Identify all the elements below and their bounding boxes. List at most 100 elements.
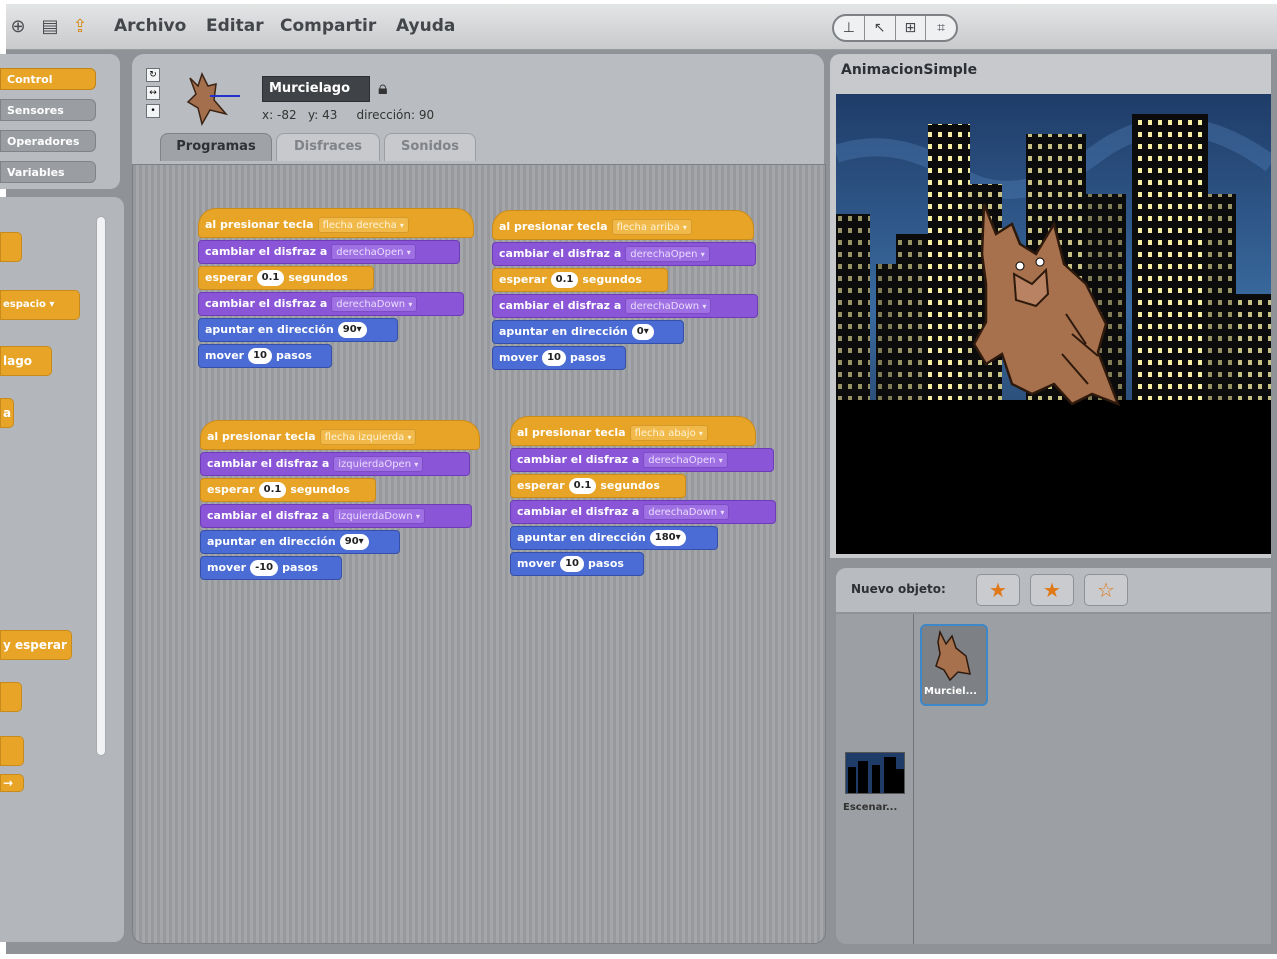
point-direction-block[interactable]: apuntar en dirección 0▾ <box>492 320 684 344</box>
steps-input[interactable]: 10 <box>248 348 272 364</box>
when-key-pressed-block[interactable]: al presionar tecla flecha izquierda ▾ <box>200 420 480 450</box>
steps-input[interactable]: 10 <box>542 350 566 366</box>
switch-costume-block[interactable]: cambiar el disfraz a izquierdaOpen ▾ <box>200 452 470 476</box>
switch-costume-block[interactable]: cambiar el disfraz a derechaDown ▾ <box>510 500 776 524</box>
block-label: segundos <box>600 479 660 492</box>
stage[interactable] <box>836 94 1271 554</box>
no-rotate-icon[interactable]: • <box>146 104 160 118</box>
save-icon[interactable]: ▤ <box>40 17 60 37</box>
script-right[interactable]: al presionar tecla flecha derecha ▾ camb… <box>198 208 478 370</box>
block-label: al presionar tecla <box>207 430 316 443</box>
palette-block[interactable] <box>0 736 24 766</box>
flip-icon[interactable]: ↔ <box>146 86 160 100</box>
key-dropdown[interactable]: flecha izquierda ▾ <box>319 429 417 445</box>
wait-block[interactable]: esperar 0.1 segundos <box>492 268 668 292</box>
costume-dropdown[interactable]: izquierdaDown ▾ <box>333 508 425 524</box>
sprite-name-field[interactable]: Murcielago <box>262 76 370 102</box>
script-left[interactable]: al presionar tecla flecha izquierda ▾ ca… <box>200 420 484 582</box>
direction-input[interactable]: 90▾ <box>339 534 369 550</box>
y-value: 43 <box>322 108 338 122</box>
lock-icon[interactable]: 🔒︎ <box>378 78 388 99</box>
move-steps-block[interactable]: mover 10 pasos <box>492 346 626 370</box>
cursor-icon[interactable]: ↖ <box>865 16 896 40</box>
palette-block[interactable]: a <box>0 398 14 428</box>
key-value: flecha derecha <box>322 220 397 231</box>
normal-stage-icon[interactable]: ⊥ <box>834 16 865 40</box>
key-dropdown[interactable]: flecha derecha ▾ <box>317 217 409 233</box>
move-steps-block[interactable]: mover 10 pasos <box>510 552 644 576</box>
block-label: segundos <box>288 271 348 284</box>
sprite-tile-image <box>935 629 971 682</box>
switch-costume-block[interactable]: cambiar el disfraz a derechaOpen ▾ <box>510 448 774 472</box>
direction-input[interactable]: 90▾ <box>337 322 367 338</box>
costume-dropdown[interactable]: derechaOpen ▾ <box>643 452 728 468</box>
rotate-icon[interactable]: ↻ <box>146 68 160 82</box>
wait-block[interactable]: esperar 0.1 segundos <box>198 266 374 290</box>
point-direction-block[interactable]: apuntar en dirección 90▾ <box>198 318 398 342</box>
move-steps-block[interactable]: mover -10 pasos <box>200 556 342 580</box>
share-icon[interactable]: ⇪ <box>70 17 90 37</box>
wait-input[interactable]: 0.1 <box>550 272 579 288</box>
palette-scrollbar[interactable] <box>96 216 106 756</box>
fullscreen-icon[interactable]: ⊞ <box>896 16 927 40</box>
choose-sprite-file-icon[interactable]: ★ <box>1030 574 1074 606</box>
menu-archivo[interactable]: Archivo <box>114 16 186 36</box>
switch-costume-block[interactable]: cambiar el disfraz a izquierdaDown ▾ <box>200 504 472 528</box>
globe-icon[interactable]: ⊕ <box>8 17 28 37</box>
direction-value: 90 <box>344 536 359 547</box>
tab-programas[interactable]: Programas <box>160 133 272 161</box>
category-sensores[interactable]: Sensores <box>0 99 96 121</box>
key-dropdown[interactable]: flecha abajo ▾ <box>629 425 708 441</box>
random-sprite-icon[interactable]: ☆ <box>1084 574 1128 606</box>
direction-value: 0 <box>636 326 644 337</box>
when-key-pressed-block[interactable]: al presionar tecla flecha derecha ▾ <box>198 208 474 238</box>
switch-costume-block[interactable]: cambiar el disfraz a derechaDown ▾ <box>492 294 758 318</box>
new-object-label: Nuevo objeto: <box>851 582 946 596</box>
palette-block[interactable] <box>0 682 22 712</box>
wait-block[interactable]: esperar 0.1 segundos <box>200 478 376 502</box>
wait-input[interactable]: 0.1 <box>258 482 287 498</box>
paint-new-sprite-icon[interactable]: ★ <box>976 574 1020 606</box>
menu-editar[interactable]: Editar <box>206 16 264 36</box>
costume-dropdown[interactable]: izquierdaOpen ▾ <box>333 456 424 472</box>
script-up[interactable]: al presionar tecla flecha arriba ▾ cambi… <box>492 210 762 372</box>
wait-block[interactable]: esperar 0.1 segundos <box>510 474 686 498</box>
menu-ayuda[interactable]: Ayuda <box>396 16 455 36</box>
steps-input[interactable]: -10 <box>250 560 279 576</box>
switch-costume-block[interactable]: cambiar el disfraz a derechaDown ▾ <box>198 292 464 316</box>
block-label: cambiar el disfraz a <box>517 505 640 518</box>
steps-input[interactable]: 10 <box>560 556 584 572</box>
tab-sonidos[interactable]: Sonidos <box>384 133 476 161</box>
palette-block[interactable]: lago <box>0 346 52 376</box>
when-key-pressed-block[interactable]: al presionar tecla flecha abajo ▾ <box>510 416 756 446</box>
direction-input[interactable]: 0▾ <box>631 324 654 340</box>
costume-dropdown[interactable]: derechaDown ▾ <box>331 296 418 312</box>
switch-costume-block[interactable]: cambiar el disfraz a derechaOpen ▾ <box>198 240 460 264</box>
palette-block[interactable]: espacio ▾ <box>0 290 80 320</box>
move-steps-block[interactable]: mover 10 pasos <box>198 344 332 368</box>
tab-disfraces[interactable]: Disfraces <box>276 133 380 161</box>
switch-costume-block[interactable]: cambiar el disfraz a derechaOpen ▾ <box>492 242 756 266</box>
block-label: apuntar en dirección <box>207 535 336 548</box>
script-down[interactable]: al presionar tecla flecha abajo ▾ cambia… <box>510 416 780 578</box>
key-dropdown[interactable]: flecha arriba ▾ <box>611 219 692 235</box>
palette-block[interactable]: → <box>0 774 24 792</box>
wait-input[interactable]: 0.1 <box>256 270 285 286</box>
costume-dropdown[interactable]: derechaDown ▾ <box>625 298 712 314</box>
costume-dropdown[interactable]: derechaDown ▾ <box>643 504 730 520</box>
small-stage-icon[interactable]: ⌗ <box>926 16 956 40</box>
direction-input[interactable]: 180▾ <box>649 530 686 546</box>
category-variables[interactable]: Variables <box>0 161 96 183</box>
menu-compartir[interactable]: Compartir <box>280 16 376 36</box>
palette-block[interactable]: y esperar <box>0 630 72 660</box>
category-control[interactable]: Control <box>0 68 96 90</box>
when-key-pressed-block[interactable]: al presionar tecla flecha arriba ▾ <box>492 210 754 240</box>
wait-input[interactable]: 0.1 <box>568 478 597 494</box>
point-direction-block[interactable]: apuntar en dirección 90▾ <box>200 530 400 554</box>
point-direction-block[interactable]: apuntar en dirección 180▾ <box>510 526 718 550</box>
costume-dropdown[interactable]: derechaOpen ▾ <box>625 246 710 262</box>
stage-thumbnail[interactable] <box>845 752 905 794</box>
palette-block[interactable] <box>0 232 22 262</box>
category-operadores[interactable]: Operadores <box>0 130 96 152</box>
costume-dropdown[interactable]: derechaOpen ▾ <box>331 244 416 260</box>
